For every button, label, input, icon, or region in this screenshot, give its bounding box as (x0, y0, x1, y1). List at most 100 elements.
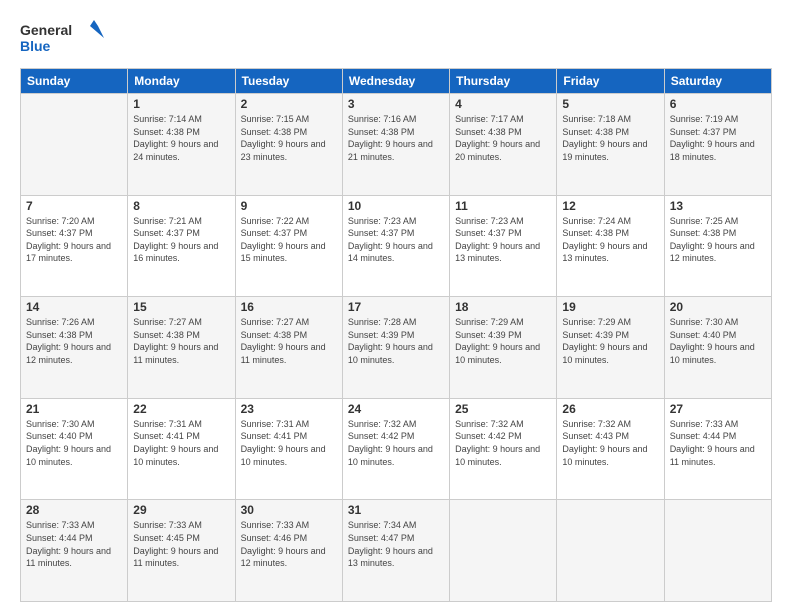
calendar-day-cell: 13 Sunrise: 7:25 AMSunset: 4:38 PMDayligh… (664, 195, 771, 297)
calendar-day-cell: 25 Sunrise: 7:32 AMSunset: 4:42 PMDayligh… (450, 398, 557, 500)
day-number: 17 (348, 300, 444, 314)
weekday-header: Monday (128, 69, 235, 94)
day-number: 11 (455, 199, 551, 213)
calendar-day-cell: 29Sunrise: 7:33 AMSunset: 4:45 PMDayligh… (128, 500, 235, 602)
day-info: Sunrise: 7:22 AMSunset: 4:37 PMDaylight:… (241, 215, 337, 265)
day-number: 27 (670, 402, 766, 416)
day-info: Sunrise: 7:30 AMSunset: 4:40 PMDaylight:… (670, 316, 766, 366)
day-info: Sunrise: 7:14 AMSunset: 4:38 PMDaylight:… (133, 113, 229, 163)
calendar-week-row: 14 Sunrise: 7:26 AMSunset: 4:38 PMDayligh… (21, 297, 772, 399)
calendar-day-cell: 19 Sunrise: 7:29 AMSunset: 4:39 PMDayligh… (557, 297, 664, 399)
day-number: 2 (241, 97, 337, 111)
day-info: Sunrise: 7:32 AMSunset: 4:42 PMDaylight:… (455, 418, 551, 468)
day-info: Sunrise: 7:16 AMSunset: 4:38 PMDaylight:… (348, 113, 444, 163)
day-number: 25 (455, 402, 551, 416)
day-number: 31 (348, 503, 444, 517)
day-number: 19 (562, 300, 658, 314)
calendar-week-row: 28 Sunrise: 7:33 AMSunset: 4:44 PMDayligh… (21, 500, 772, 602)
weekday-header: Thursday (450, 69, 557, 94)
day-number: 13 (670, 199, 766, 213)
svg-text:Blue: Blue (20, 38, 51, 54)
day-info: Sunrise: 7:31 AMSunset: 4:41 PMDaylight:… (133, 418, 229, 468)
calendar-day-cell: 24 Sunrise: 7:32 AMSunset: 4:42 PMDayligh… (342, 398, 449, 500)
calendar-day-cell: 30 Sunrise: 7:33 AMSunset: 4:46 PMDayligh… (235, 500, 342, 602)
day-number: 14 (26, 300, 122, 314)
calendar-day-cell: 18 Sunrise: 7:29 AMSunset: 4:39 PMDayligh… (450, 297, 557, 399)
day-number: 24 (348, 402, 444, 416)
page: General Blue SundayMondayTuesdayWednesda… (0, 0, 792, 612)
day-number: 15 (133, 300, 229, 314)
day-info: Sunrise: 7:32 AMSunset: 4:42 PMDaylight:… (348, 418, 444, 468)
calendar-day-cell: 23 Sunrise: 7:31 AMSunset: 4:41 PMDayligh… (235, 398, 342, 500)
day-info: Sunrise: 7:18 AMSunset: 4:38 PMDaylight:… (562, 113, 658, 163)
calendar-day-cell (664, 500, 771, 602)
day-info: Sunrise: 7:23 AMSunset: 4:37 PMDaylight:… (455, 215, 551, 265)
calendar-header-row: SundayMondayTuesdayWednesdayThursdayFrid… (21, 69, 772, 94)
day-info: Sunrise: 7:33 AMSunset: 4:45 PMDaylight:… (133, 519, 229, 569)
day-info: Sunrise: 7:27 AMSunset: 4:38 PMDaylight:… (241, 316, 337, 366)
day-info: Sunrise: 7:24 AMSunset: 4:38 PMDaylight:… (562, 215, 658, 265)
day-info: Sunrise: 7:32 AMSunset: 4:43 PMDaylight:… (562, 418, 658, 468)
calendar-day-cell: 14 Sunrise: 7:26 AMSunset: 4:38 PMDayligh… (21, 297, 128, 399)
day-info: Sunrise: 7:31 AMSunset: 4:41 PMDaylight:… (241, 418, 337, 468)
day-number: 26 (562, 402, 658, 416)
weekday-header: Tuesday (235, 69, 342, 94)
calendar-week-row: 7Sunrise: 7:20 AMSunset: 4:37 PMDaylight… (21, 195, 772, 297)
day-info: Sunrise: 7:33 AMSunset: 4:44 PMDaylight:… (670, 418, 766, 468)
calendar-day-cell: 6Sunrise: 7:19 AMSunset: 4:37 PMDaylight… (664, 94, 771, 196)
calendar-day-cell: 28 Sunrise: 7:33 AMSunset: 4:44 PMDayligh… (21, 500, 128, 602)
day-info: Sunrise: 7:20 AMSunset: 4:37 PMDaylight:… (26, 215, 122, 265)
calendar-day-cell: 11 Sunrise: 7:23 AMSunset: 4:37 PMDayligh… (450, 195, 557, 297)
calendar-day-cell: 22Sunrise: 7:31 AMSunset: 4:41 PMDayligh… (128, 398, 235, 500)
header: General Blue (20, 18, 772, 58)
day-number: 9 (241, 199, 337, 213)
day-number: 16 (241, 300, 337, 314)
day-info: Sunrise: 7:27 AMSunset: 4:38 PMDaylight:… (133, 316, 229, 366)
calendar-day-cell: 17 Sunrise: 7:28 AMSunset: 4:39 PMDayligh… (342, 297, 449, 399)
day-info: Sunrise: 7:34 AMSunset: 4:47 PMDaylight:… (348, 519, 444, 569)
day-info: Sunrise: 7:17 AMSunset: 4:38 PMDaylight:… (455, 113, 551, 163)
weekday-header: Friday (557, 69, 664, 94)
calendar-day-cell (450, 500, 557, 602)
day-info: Sunrise: 7:30 AMSunset: 4:40 PMDaylight:… (26, 418, 122, 468)
calendar-day-cell: 10 Sunrise: 7:23 AMSunset: 4:37 PMDayligh… (342, 195, 449, 297)
day-info: Sunrise: 7:33 AMSunset: 4:44 PMDaylight:… (26, 519, 122, 569)
day-number: 12 (562, 199, 658, 213)
day-number: 10 (348, 199, 444, 213)
day-info: Sunrise: 7:33 AMSunset: 4:46 PMDaylight:… (241, 519, 337, 569)
day-info: Sunrise: 7:25 AMSunset: 4:38 PMDaylight:… (670, 215, 766, 265)
day-info: Sunrise: 7:29 AMSunset: 4:39 PMDaylight:… (455, 316, 551, 366)
day-number: 3 (348, 97, 444, 111)
calendar-day-cell (21, 94, 128, 196)
weekday-header: Sunday (21, 69, 128, 94)
calendar-day-cell: 4 Sunrise: 7:17 AMSunset: 4:38 PMDaylight… (450, 94, 557, 196)
day-number: 30 (241, 503, 337, 517)
calendar-day-cell: 8Sunrise: 7:21 AMSunset: 4:37 PMDaylight… (128, 195, 235, 297)
logo-svg: General Blue (20, 18, 110, 58)
day-number: 8 (133, 199, 229, 213)
day-info: Sunrise: 7:29 AMSunset: 4:39 PMDaylight:… (562, 316, 658, 366)
weekday-header: Saturday (664, 69, 771, 94)
day-number: 5 (562, 97, 658, 111)
day-info: Sunrise: 7:15 AMSunset: 4:38 PMDaylight:… (241, 113, 337, 163)
calendar-day-cell: 21Sunrise: 7:30 AMSunset: 4:40 PMDayligh… (21, 398, 128, 500)
calendar-day-cell: 9 Sunrise: 7:22 AMSunset: 4:37 PMDaylight… (235, 195, 342, 297)
calendar-day-cell (557, 500, 664, 602)
day-info: Sunrise: 7:28 AMSunset: 4:39 PMDaylight:… (348, 316, 444, 366)
day-number: 28 (26, 503, 122, 517)
calendar-day-cell: 7Sunrise: 7:20 AMSunset: 4:37 PMDaylight… (21, 195, 128, 297)
day-number: 4 (455, 97, 551, 111)
day-info: Sunrise: 7:23 AMSunset: 4:37 PMDaylight:… (348, 215, 444, 265)
day-info: Sunrise: 7:26 AMSunset: 4:38 PMDaylight:… (26, 316, 122, 366)
calendar-day-cell: 2 Sunrise: 7:15 AMSunset: 4:38 PMDaylight… (235, 94, 342, 196)
calendar-day-cell: 20Sunrise: 7:30 AMSunset: 4:40 PMDayligh… (664, 297, 771, 399)
day-number: 23 (241, 402, 337, 416)
calendar-day-cell: 5 Sunrise: 7:18 AMSunset: 4:38 PMDaylight… (557, 94, 664, 196)
calendar-day-cell: 12 Sunrise: 7:24 AMSunset: 4:38 PMDayligh… (557, 195, 664, 297)
calendar-day-cell: 26 Sunrise: 7:32 AMSunset: 4:43 PMDayligh… (557, 398, 664, 500)
calendar-day-cell: 3 Sunrise: 7:16 AMSunset: 4:38 PMDaylight… (342, 94, 449, 196)
calendar-week-row: 21Sunrise: 7:30 AMSunset: 4:40 PMDayligh… (21, 398, 772, 500)
day-number: 18 (455, 300, 551, 314)
calendar-week-row: 1Sunrise: 7:14 AMSunset: 4:38 PMDaylight… (21, 94, 772, 196)
logo: General Blue (20, 18, 110, 58)
